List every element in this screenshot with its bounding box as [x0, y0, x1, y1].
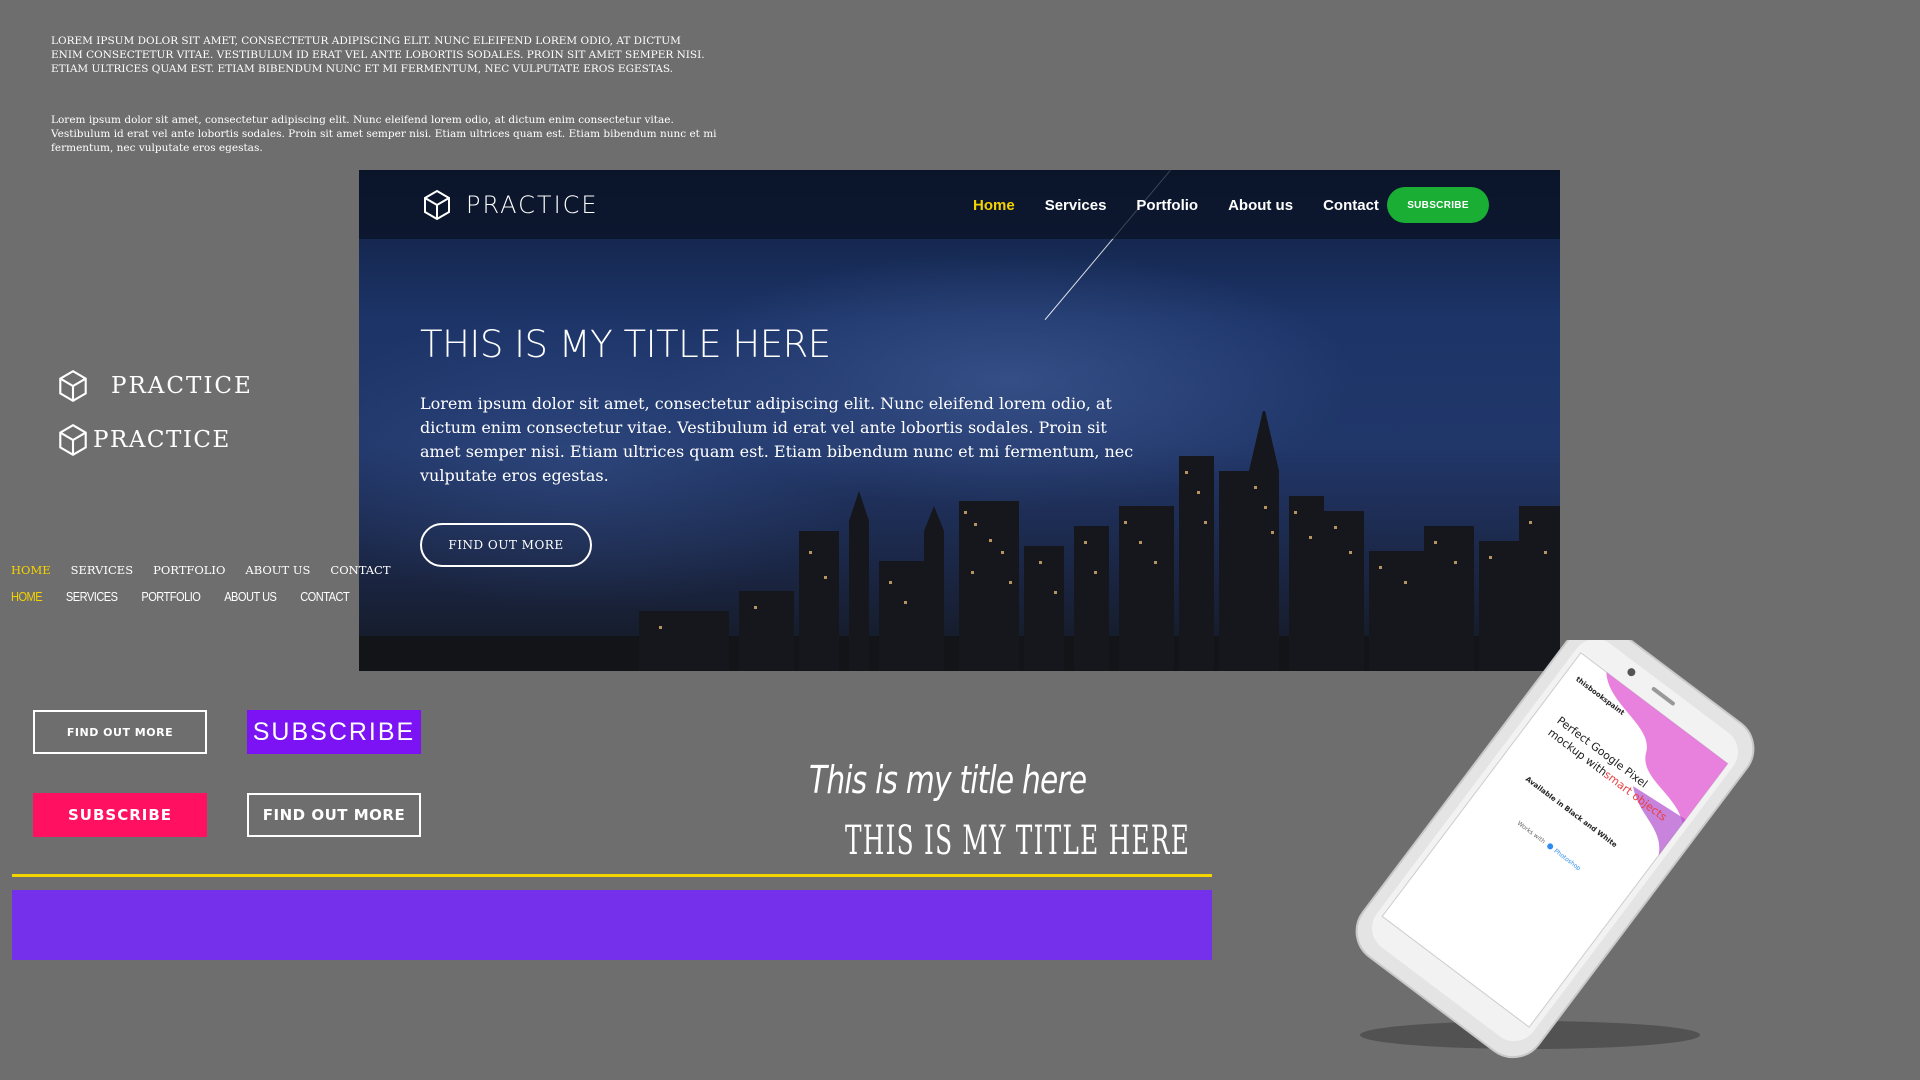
nav-item-home[interactable]: HOME [11, 589, 43, 604]
yellow-divider [12, 874, 1212, 877]
logo-text: PRACTICE [93, 427, 231, 453]
nav-item-contact[interactable]: CONTACT [300, 589, 350, 604]
find-out-more-large-button[interactable]: FIND OUT MORE [247, 793, 421, 837]
logo-variant-2: PRACTICE [55, 422, 231, 458]
logo-text: PRACTICE [111, 373, 253, 399]
subscribe-pink-button[interactable]: SUBSCRIBE [33, 793, 207, 837]
sample-caps-text: Lorem ipsum dolor sit amet, consectetur … [51, 35, 705, 75]
sample-body-text: Lorem ipsum dolor sit amet, consectetur … [51, 114, 717, 154]
nav-item-contact[interactable]: CONTACT [330, 563, 390, 577]
nav-sample-condensed: HOME SERVICES PORTFOLIO ABOUT US CONTACT [11, 589, 373, 604]
nav-item-about-us[interactable]: About us [1228, 197, 1293, 214]
nav-item-home[interactable]: Home [973, 197, 1015, 214]
purple-bar [12, 890, 1212, 960]
subscribe-purple-button[interactable]: SUBSCRIBE [247, 710, 421, 754]
brand[interactable]: PRACTICE [420, 188, 599, 222]
hero-mockup: PRACTICE Home Services Portfolio About u… [359, 170, 1560, 671]
phone-mockup: thisbookspaint Perfect Google Pixel mock… [1355, 640, 1755, 1059]
hero-title: THIS IS MY TITLE HERE [420, 323, 831, 366]
nav-item-about-us[interactable]: ABOUT US [245, 563, 310, 577]
cube-logo-icon [59, 369, 87, 403]
nav-item-contact[interactable]: Contact [1323, 197, 1379, 214]
handwritten-title: This is my title here [809, 758, 1087, 802]
cube-logo-icon [59, 423, 87, 457]
subscribe-button[interactable]: SUBSCRIBE [1387, 187, 1489, 223]
nav-item-portfolio[interactable]: PORTFOLIO [153, 563, 225, 577]
cube-logo-icon [424, 189, 450, 221]
nav-item-portfolio[interactable]: Portfolio [1136, 197, 1198, 214]
find-out-more-button[interactable]: FIND OUT MORE [420, 523, 592, 567]
hero-paragraph: Lorem ipsum dolor sit amet, consectetur … [420, 394, 1134, 485]
brand-name: PRACTICE [466, 191, 599, 219]
nav-item-services[interactable]: SERVICES [66, 589, 118, 604]
navbar: PRACTICE Home Services Portfolio About u… [359, 170, 1560, 239]
caps-title: THIS IS MY TITLE HERE [845, 818, 1191, 864]
logo-variant-1: PRACTICE [55, 368, 253, 404]
nav-item-services[interactable]: Services [1045, 197, 1107, 214]
find-out-more-outline-button[interactable]: FIND OUT MORE [33, 710, 207, 754]
nav-item-about-us[interactable]: ABOUT US [224, 589, 277, 604]
main-nav: Home Services Portfolio About us Contact [973, 197, 1409, 214]
nav-item-portfolio[interactable]: PORTFOLIO [141, 589, 201, 604]
nav-item-home[interactable]: HOME [11, 563, 51, 577]
nav-item-services[interactable]: SERVICES [71, 563, 133, 577]
nav-sample-serif: HOME SERVICES PORTFOLIO ABOUT US CONTACT [11, 563, 411, 577]
